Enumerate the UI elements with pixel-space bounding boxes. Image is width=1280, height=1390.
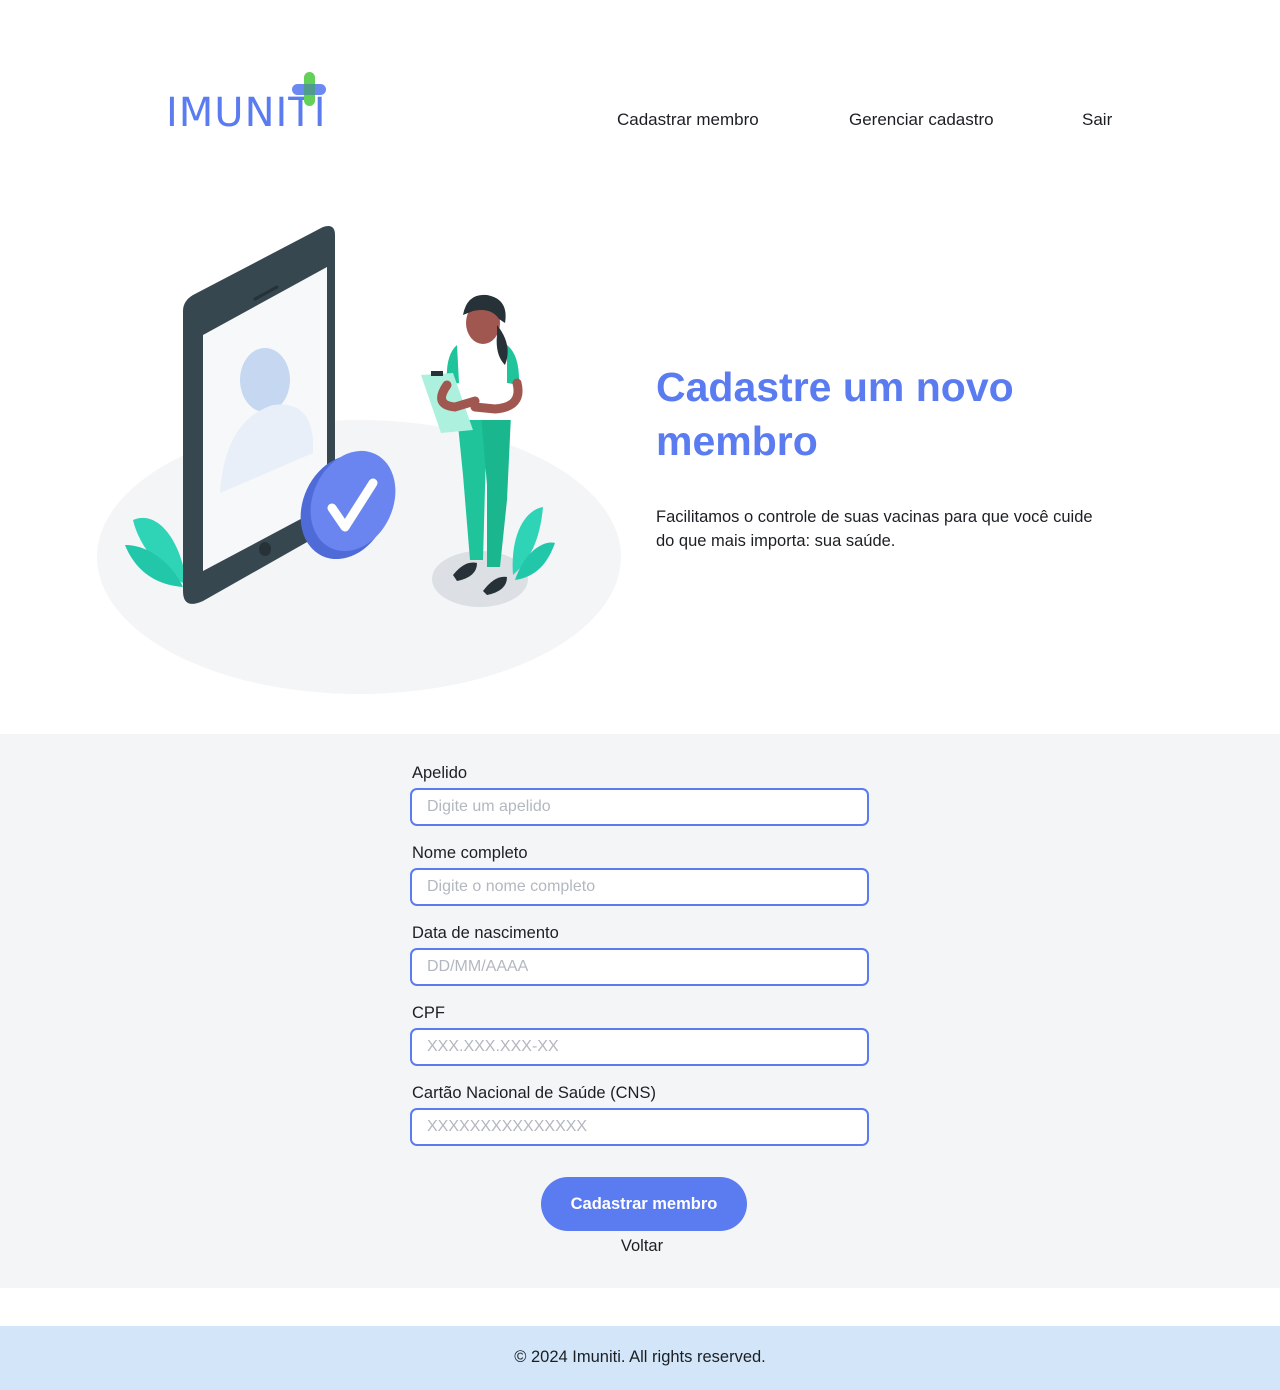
nome-completo-input[interactable] [410, 868, 869, 906]
hero-description: Facilitamos o controle de suas vacinas p… [656, 508, 1093, 550]
data-nascimento-label: Data de nascimento [412, 924, 559, 942]
nav-sair[interactable]: Sair [1082, 110, 1112, 130]
apelido-input[interactable] [410, 788, 869, 826]
site-footer: © 2024 Imuniti. All rights reserved. [0, 1326, 1280, 1390]
site-header: IMUNITI Cadastrar membro Gerenciar cadas… [0, 0, 1280, 180]
nome-completo-label: Nome completo [412, 844, 528, 862]
cadastrar-membro-button[interactable]: Cadastrar membro [541, 1177, 747, 1231]
apelido-label: Apelido [412, 764, 468, 782]
copyright-text: © 2024 Imuniti. All rights reserved. [514, 1348, 766, 1366]
nav-cadastrar-membro[interactable]: Cadastrar membro [617, 110, 759, 130]
voltar-link[interactable]: Voltar [0, 1237, 1280, 1256]
cns-input[interactable] [410, 1108, 869, 1146]
cpf-input[interactable] [410, 1028, 869, 1066]
nav-gerenciar-cadastro[interactable]: Gerenciar cadastro [849, 110, 994, 130]
cpf-label: CPF [412, 1004, 445, 1022]
plus-icon [292, 72, 326, 106]
logo[interactable]: IMUNITI [166, 72, 336, 136]
page-title: Cadastre um novo membro [656, 364, 1014, 464]
hero-illustration [97, 226, 621, 694]
member-form: Apelido Nome completo Data de nascimento… [0, 734, 1280, 1288]
cns-label: Cartão Nacional de Saúde (CNS) [412, 1084, 656, 1102]
data-nascimento-input[interactable] [410, 948, 869, 986]
